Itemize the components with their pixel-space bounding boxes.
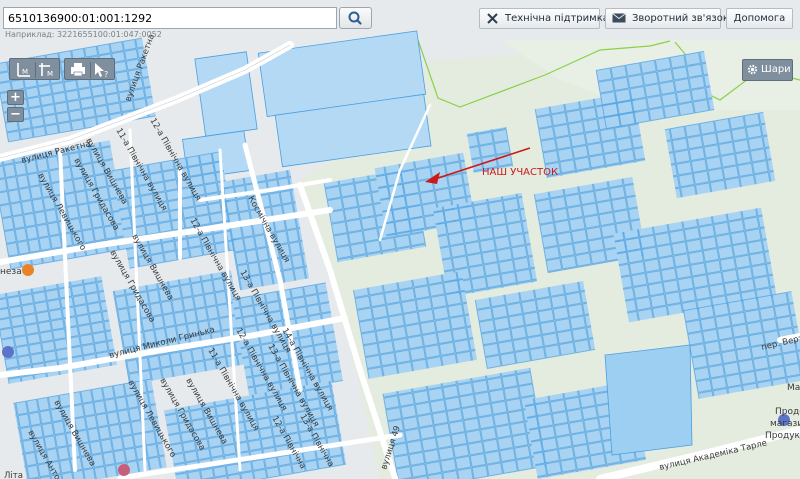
measure-distance-icon[interactable]: M — [17, 63, 30, 77]
search-icon — [348, 11, 362, 25]
print-info-tools: ? — [64, 58, 115, 80]
feedback-button[interactable]: Зворотний зв'язок — [605, 8, 729, 29]
feedback-label: Зворотний зв'язок — [632, 13, 729, 24]
poi-label-left: неза — [0, 267, 22, 277]
shop-label-1: Продов — [775, 407, 800, 417]
poi-post-icon — [118, 464, 130, 476]
poi-label-right: Ма — [787, 383, 800, 393]
large-plot — [604, 344, 693, 456]
svg-text:M: M — [22, 68, 28, 76]
parcel-grid-14 — [353, 271, 477, 379]
gear-icon — [747, 64, 758, 74]
search-button[interactable] — [339, 7, 372, 29]
envelope-icon — [612, 13, 626, 23]
support-label: Технічна підтримка — [505, 13, 609, 24]
shop-label-3: Продукт — [765, 431, 800, 441]
zoom-in-button[interactable]: + — [7, 90, 24, 105]
label-lita: Літа — [4, 471, 23, 479]
measure-area-icon[interactable]: M — [39, 63, 53, 78]
poi-food-icon — [22, 264, 34, 276]
identify-cursor-icon[interactable]: ? — [95, 63, 108, 79]
measure-tools: M M — [9, 58, 60, 80]
support-button[interactable]: Технічна підтримка — [479, 8, 609, 29]
print-icon[interactable] — [71, 63, 85, 77]
search-hint: Наприклад: 3221655100:01:047:0052 — [5, 30, 162, 39]
svg-text:?: ? — [104, 70, 108, 79]
zoom-out-button[interactable]: − — [7, 107, 24, 122]
top-bar: Наприклад: 3221655100:01:047:0052 Техніч… — [0, 0, 800, 44]
layers-label: Шари — [761, 64, 791, 75]
svg-text:M: M — [47, 70, 53, 78]
tools-icon — [487, 12, 498, 24]
help-button[interactable]: Допомога — [726, 8, 793, 29]
map-canvas[interactable]: вулиця Ракетна вулиця Ракетна вулиця Лев… — [0, 0, 800, 479]
layers-button[interactable]: Шари — [742, 59, 793, 81]
shop-label-2: магазин — [770, 419, 800, 429]
cadastral-search-input[interactable] — [3, 7, 337, 29]
annotation-text: НАШ УЧАСТОК — [482, 167, 559, 178]
help-label: Допомога — [733, 13, 786, 24]
poi-shop-icon — [2, 346, 14, 358]
